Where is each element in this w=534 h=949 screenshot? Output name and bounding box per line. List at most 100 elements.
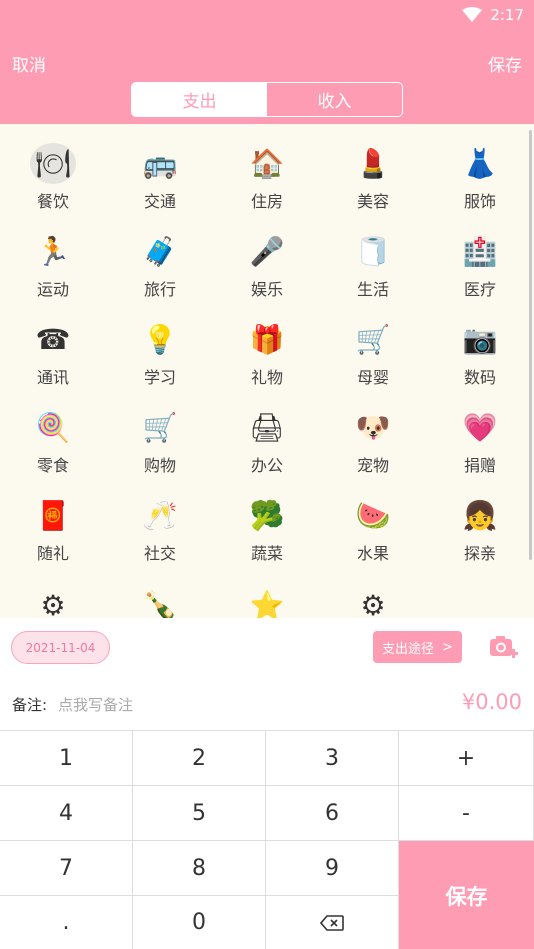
key-minus[interactable]: - [399,786,534,841]
category-item[interactable]: 👗 服饰 [427,124,533,212]
category-grid: 🍽 餐饮 🚌 交通 🏠 住房 💄 美容 👗 服饰 🏃 运动 🧳 旅行 🎤 娱乐 🧻 生活 🏥 医疗 ☎ 通讯 💡 学习 🎁 礼物 🛒… [0,124,534,618]
digital-camera-icon: 📷 [462,322,498,356]
category-item[interactable]: 🐶 宠物 [320,388,426,476]
category-label: 医疗 [463,280,496,299]
category-label: 餐饮 [36,192,69,211]
tab-income[interactable]: 收入 [267,83,402,116]
key-1[interactable]: 1 [0,731,133,786]
hospital-icon: 🏥 [462,234,498,268]
key-2[interactable]: 2 [133,731,266,786]
category-item[interactable]: 🚌 交通 [107,124,213,212]
lightbulb-icon: 💡 [142,322,178,356]
key-0[interactable]: 0 [133,896,266,949]
keypad: 1 2 3 + 4 5 6 - 7 8 9 . 0 保存 [0,730,534,949]
category-item[interactable]: 🧳 旅行 [107,212,213,300]
category-item[interactable]: 🍭 零食 [0,388,106,476]
category-item[interactable]: 🏥 医疗 [427,212,533,300]
backspace-icon [320,914,344,931]
baby-stroller-icon: 🛒 [355,322,391,356]
category-item[interactable]: 🛒 母婴 [320,300,426,388]
note-input[interactable]: 点我写备注 [58,694,133,715]
suitcase-icon: 🧳 [142,234,178,268]
category-item[interactable]: 🎤 娱乐 [214,212,320,300]
category-item[interactable]: 🛒 购物 [107,388,213,476]
key-7[interactable]: 7 [0,841,133,896]
category-item[interactable]: 💗 捐赠 [427,388,533,476]
category-item[interactable]: ⚙ [0,564,106,619]
category-label: 旅行 [143,280,176,299]
chevron-right-icon: > [442,639,453,655]
category-item[interactable]: 🏠 住房 [214,124,320,212]
status-bar: 2:17 [462,4,524,26]
broccoli-icon: 🥦 [249,498,285,532]
microphone-icon: 🎤 [249,234,285,268]
tissue-roll-icon: 🧻 [355,234,391,268]
category-label: 探亲 [463,544,496,563]
key-3[interactable]: 3 [266,731,399,786]
category-item[interactable]: 💡 学习 [107,300,213,388]
category-item[interactable]: 🧧 随礼 [0,476,106,564]
category-label: 蔬菜 [250,544,283,563]
category-label: 宠物 [356,456,389,475]
category-item[interactable]: 🥦 蔬菜 [214,476,320,564]
settings-gear-icon: ⚙ [360,589,386,619]
category-item[interactable]: 🥂 社交 [107,476,213,564]
key-4[interactable]: 4 [0,786,133,841]
wine-glasses-icon: 🥂 [142,498,178,532]
key-dot[interactable]: . [0,896,133,949]
category-item[interactable]: 🖨 办公 [214,388,320,476]
amount-display: ¥0.00 [461,690,522,714]
category-label: 交通 [143,192,176,211]
category-label: 零食 [36,456,69,475]
category-item[interactable]: ⭐ [214,564,320,619]
telephone-icon: ☎ [35,322,71,356]
category-item[interactable]: 🎁 礼物 [214,300,320,388]
category-label: 捐赠 [463,456,496,475]
category-label: 礼物 [250,368,283,387]
status-time: 2:17 [490,6,524,24]
category-label: 母婴 [356,368,389,387]
cancel-button[interactable]: 取消 [12,51,46,76]
star-icon: ⭐ [249,589,285,619]
payment-route-button[interactable]: 支出途径 > [373,631,462,663]
printer-icon: 🖨 [249,410,285,444]
category-item[interactable]: 🍾 [107,564,213,619]
route-label: 支出途径 [382,641,435,657]
bottles-icon: 🍾 [142,589,178,619]
category-item[interactable]: 🍉 水果 [320,476,426,564]
category-label: 通讯 [36,368,69,387]
category-item[interactable]: 📷 数码 [427,300,533,388]
backspace-key[interactable] [266,896,399,949]
category-label: 水果 [356,544,389,563]
red-envelope-icon: 🧧 [35,498,71,532]
key-9[interactable]: 9 [266,841,399,896]
category-label: 随礼 [36,544,69,563]
category-item[interactable]: 💄 美容 [320,124,426,212]
note-bar: 备注: 点我写备注 ¥0.00 [0,678,534,730]
key-5[interactable]: 5 [133,786,266,841]
key-6[interactable]: 6 [266,786,399,841]
category-item[interactable]: ⚙ [320,564,426,619]
key-plus[interactable]: + [399,731,534,786]
category-label: 美容 [356,192,389,211]
category-item[interactable]: 👧 探亲 [427,476,533,564]
category-item[interactable]: ☎ 通讯 [0,300,106,388]
save-button[interactable]: 保存 [399,841,534,949]
category-label: 办公 [250,456,283,475]
tab-expense[interactable]: 支出 [132,83,267,116]
bus-icon: 🚌 [142,146,178,180]
category-label: 购物 [143,456,176,475]
category-item[interactable]: 🍽 餐饮 [0,124,106,212]
date-badge[interactable]: 2021-11-04 [11,631,110,664]
key-8[interactable]: 8 [133,841,266,896]
category-label: 服饰 [463,192,496,211]
gift-icon: 🎁 [249,322,285,356]
dress-icon: 👗 [462,146,498,180]
camera-add-icon[interactable] [488,632,518,662]
wifi-icon [462,7,483,22]
save-top-button[interactable]: 保存 [488,51,522,76]
category-item[interactable]: 🏃 运动 [0,212,106,300]
header-bar: 2:17 取消 保存 支出 收入 [0,0,534,124]
category-item[interactable]: 🧻 生活 [320,212,426,300]
lipstick-icon: 💄 [355,146,391,180]
